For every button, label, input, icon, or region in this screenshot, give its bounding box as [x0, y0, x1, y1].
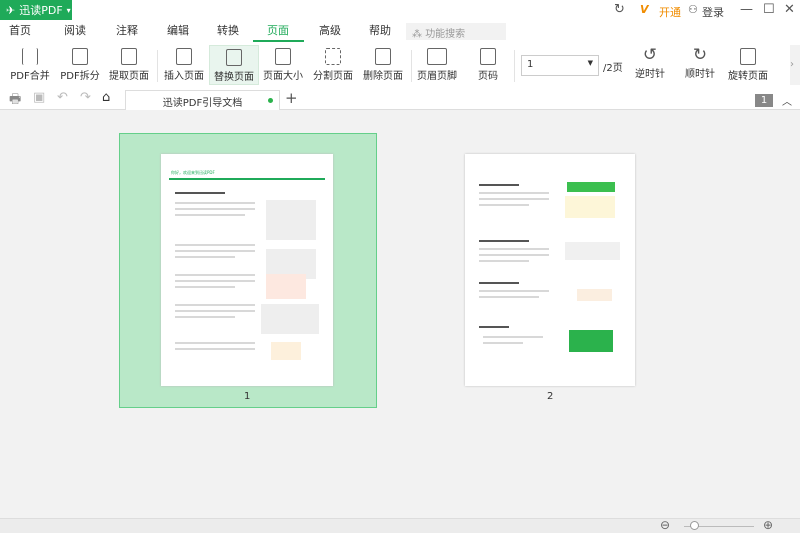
- split-page-icon: [325, 48, 341, 65]
- zoom-slider-handle[interactable]: [690, 521, 699, 530]
- tab-bar: [0, 87, 800, 110]
- menu-convert[interactable]: 转换: [217, 22, 239, 38]
- minimize-button[interactable]: —: [740, 2, 753, 17]
- menu-read[interactable]: 阅读: [64, 22, 86, 38]
- divider: [157, 50, 158, 82]
- zoom-out-button[interactable]: ⊖: [660, 518, 670, 532]
- rotate-cw-icon: ↻: [692, 45, 708, 65]
- insert-page-button[interactable]: 插入页面: [159, 45, 209, 85]
- split-pdf-button[interactable]: PDF拆分: [55, 45, 105, 85]
- split-icon: [72, 48, 88, 65]
- page-select[interactable]: 1 ▼: [521, 55, 599, 76]
- merge-icon: [22, 48, 38, 65]
- delete-page-button[interactable]: 删除页面: [358, 45, 408, 85]
- unsaved-dot-icon: [268, 98, 273, 103]
- header-footer-button[interactable]: 页眉页脚: [412, 45, 462, 85]
- save-icon[interactable]: ▣: [33, 90, 45, 105]
- replace-icon: [226, 49, 242, 66]
- page-number-button[interactable]: 页码: [463, 45, 513, 85]
- collapse-icon[interactable]: ︿: [782, 93, 792, 108]
- app-menu-button[interactable]: ✈ 迅读PDF ▾: [0, 0, 72, 20]
- page-count-badge: 1: [755, 94, 773, 107]
- menu-page[interactable]: 页面: [267, 22, 289, 38]
- print-icon[interactable]: 🖶: [9, 90, 21, 112]
- active-tab-indicator: [253, 40, 304, 42]
- vip-button[interactable]: 开通: [659, 4, 681, 20]
- page-size-button[interactable]: 页面大小: [258, 45, 308, 85]
- rotate-page-icon: [740, 48, 756, 65]
- rotate-page-button[interactable]: 旋转页面: [723, 45, 773, 85]
- feature-search-input[interactable]: ⁂ 功能搜索: [406, 23, 506, 40]
- home-icon[interactable]: ⌂: [102, 90, 110, 105]
- dropdown-icon: ▾: [66, 5, 71, 15]
- undo-icon[interactable]: ↶: [57, 90, 68, 105]
- page-thumbnail-2[interactable]: [465, 154, 635, 386]
- merge-pdf-button[interactable]: PDF合并: [5, 45, 55, 85]
- share-icon[interactable]: ↻: [614, 2, 625, 17]
- page-label: 1: [244, 391, 251, 402]
- extract-icon: [121, 48, 137, 65]
- redo-icon[interactable]: ↷: [80, 90, 91, 105]
- page-number-icon: [480, 48, 496, 65]
- page-total: /2页: [603, 63, 623, 74]
- insert-icon: [176, 48, 192, 65]
- rotate-ccw-icon: ↺: [642, 45, 658, 65]
- menu-home[interactable]: 首页: [9, 22, 31, 38]
- login-button[interactable]: 登录: [702, 4, 724, 20]
- user-icon: ⚇: [688, 3, 698, 16]
- bird-logo-icon: ✈: [6, 3, 16, 17]
- toolbar-scroll-right[interactable]: ›: [790, 45, 800, 85]
- zoom-in-button[interactable]: ⊕: [763, 518, 773, 532]
- close-button[interactable]: ✕: [784, 2, 795, 17]
- menu-help[interactable]: 帮助: [369, 22, 391, 38]
- menu-annotate[interactable]: 注释: [116, 22, 138, 38]
- divider: [514, 50, 515, 82]
- document-tab[interactable]: 迅读PDF引导文档: [125, 90, 280, 110]
- header-footer-icon: [427, 48, 447, 65]
- extract-pages-button[interactable]: 提取页面: [104, 45, 154, 85]
- page-thumbnail-1[interactable]: 你好，欢迎来到迅读PDF: [161, 154, 333, 386]
- rotate-cw-button[interactable]: ↻ 顺时针: [675, 45, 725, 85]
- page-size-icon: [275, 48, 291, 65]
- vip-icon: V: [640, 3, 649, 16]
- replace-page-button[interactable]: 替换页面: [209, 45, 259, 85]
- menu-advanced[interactable]: 高级: [319, 22, 341, 38]
- new-tab-button[interactable]: +: [285, 89, 298, 107]
- rotate-ccw-button[interactable]: ↺ 逆时针: [625, 45, 675, 85]
- split-page-button[interactable]: 分割页面: [308, 45, 358, 85]
- status-bar: [0, 518, 800, 533]
- delete-page-icon: [375, 48, 391, 65]
- menu-edit[interactable]: 编辑: [167, 22, 189, 38]
- page-label: 2: [547, 391, 554, 402]
- search-icon: ⁂: [412, 29, 426, 40]
- dropdown-icon: ▼: [587, 59, 593, 67]
- maximize-button[interactable]: ☐: [763, 2, 775, 17]
